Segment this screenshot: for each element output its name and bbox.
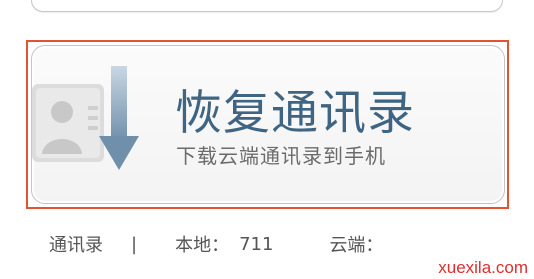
contacts-status-bar: 通讯录 | 本地： 711 云端： [49,231,383,257]
contacts-label: 通讯录 [49,235,103,256]
cloud-label: 云端： [329,235,384,256]
status-separator: | [131,233,138,255]
local-count: 711 [239,233,274,255]
restore-contacts-button[interactable]: 恢复通讯录 下载云端通讯录到手机 [31,45,505,204]
restore-title: 恢复通讯录 [175,86,415,141]
contact-card-download-icon [32,66,157,191]
watermark: xuexila.com [438,258,528,277]
restore-subtitle: 下载云端通讯录到手机 [176,144,386,168]
local-label: 本地： [175,235,230,256]
backup-contacts-card[interactable] [31,0,503,12]
